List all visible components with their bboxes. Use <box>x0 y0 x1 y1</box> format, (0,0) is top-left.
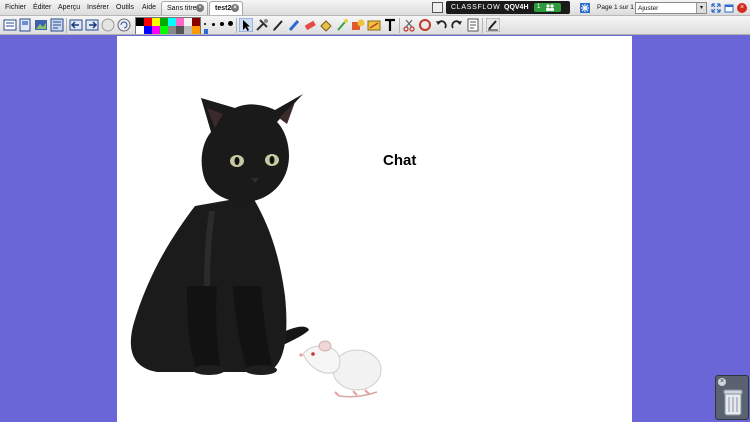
tab-test2[interactable]: test2 × <box>209 1 243 15</box>
color-swatch[interactable] <box>176 18 184 26</box>
canvas-text-label[interactable]: Chat <box>383 152 416 169</box>
forward-icon[interactable] <box>85 18 99 32</box>
page-browser-icon[interactable] <box>18 18 32 32</box>
close-icon[interactable]: × <box>196 4 204 12</box>
page-sorter-icon[interactable] <box>3 18 17 32</box>
close-window-icon[interactable]: × <box>737 3 747 13</box>
mouse-image[interactable] <box>295 336 385 401</box>
tab-sans-titre[interactable]: Sans titre × <box>161 1 208 15</box>
menu-aide[interactable]: Aide <box>142 4 156 11</box>
color-swatch[interactable] <box>160 26 168 34</box>
menu-apercu[interactable]: Aperçu <box>58 4 80 11</box>
connector-icon[interactable] <box>367 18 381 32</box>
shape-icon[interactable] <box>351 18 365 32</box>
color-swatch[interactable] <box>152 18 160 26</box>
scissors-icon[interactable] <box>402 18 416 32</box>
tab-label: test2 <box>215 5 232 12</box>
page-icon[interactable] <box>466 18 480 32</box>
network-icon[interactable] <box>580 3 590 13</box>
eraser-icon[interactable] <box>303 18 317 32</box>
color-swatch[interactable] <box>168 18 176 26</box>
reset-icon[interactable] <box>418 18 432 32</box>
chevron-down-icon[interactable]: ▾ <box>696 3 706 13</box>
trash-icon[interactable] <box>723 389 743 417</box>
resource-browser-icon[interactable] <box>34 18 48 32</box>
color-swatch[interactable] <box>144 26 152 34</box>
color-swatch[interactable] <box>152 26 160 34</box>
color-swatch[interactable] <box>144 18 152 26</box>
color-swatch[interactable] <box>192 18 200 26</box>
desktop-annotate-icon[interactable] <box>486 18 500 32</box>
color-swatch[interactable] <box>184 18 192 26</box>
color-swatch[interactable] <box>184 26 192 34</box>
color-swatch[interactable] <box>136 18 144 26</box>
pen-width-dot[interactable] <box>204 23 206 25</box>
menu-outils[interactable]: Outils <box>116 4 134 11</box>
flipchart-icon[interactable] <box>117 18 131 32</box>
undo-circle-icon[interactable] <box>101 18 115 32</box>
notes-icon[interactable] <box>50 18 64 32</box>
close-icon[interactable]: × <box>231 4 239 12</box>
pen-width-dot[interactable] <box>228 21 233 26</box>
pen-width-dot[interactable] <box>220 22 224 26</box>
tool-icon[interactable] <box>255 18 269 32</box>
toolbar-separator <box>482 18 483 33</box>
flipchart-page[interactable]: Chat <box>117 36 632 422</box>
text-icon[interactable] <box>383 18 397 32</box>
toolbar <box>0 16 750 35</box>
pen-width-dot[interactable] <box>212 23 215 26</box>
classflow-name: CLASSFLOW <box>451 4 501 11</box>
trash-panel[interactable]: × <box>715 375 749 420</box>
page-indicator: Page 1 sur 1 <box>597 4 634 11</box>
color-swatch[interactable] <box>192 26 200 34</box>
zoom-value: Ajuster <box>638 5 659 12</box>
magic-ink-icon[interactable] <box>335 18 349 32</box>
fill-icon[interactable] <box>319 18 333 32</box>
app-window: Fichier Éditer Aperçu Insérer Outils Aid… <box>0 0 750 422</box>
classflow-panel[interactable]: CLASSFLOW QQV4H 1 <box>446 1 570 14</box>
menu-inserer[interactable]: Insérer <box>87 4 109 11</box>
toolbar-separator <box>66 18 67 33</box>
color-swatch[interactable] <box>160 18 168 26</box>
current-color-icon <box>204 29 208 34</box>
participant-count: 1 <box>537 4 541 10</box>
back-icon[interactable] <box>69 18 83 32</box>
close-icon[interactable]: × <box>718 378 726 386</box>
menu-editer[interactable]: Éditer <box>33 4 51 11</box>
toolbar-separator <box>236 18 237 33</box>
color-palette <box>135 17 201 34</box>
pen-icon[interactable] <box>271 18 285 32</box>
toolbar-separator <box>399 18 400 33</box>
color-swatch[interactable] <box>176 26 184 34</box>
highlighter-icon[interactable] <box>287 18 301 32</box>
tab-label: Sans titre <box>167 5 197 12</box>
redo-icon[interactable] <box>450 18 464 32</box>
color-swatch[interactable] <box>136 26 144 34</box>
menu-bar: Fichier Éditer Aperçu Insérer Outils Aid… <box>0 0 750 16</box>
select-icon[interactable] <box>239 18 253 32</box>
undo-icon[interactable] <box>434 18 448 32</box>
participants-badge: 1 <box>534 3 561 12</box>
classflow-code: QQV4H <box>504 4 529 11</box>
color-swatch[interactable] <box>168 26 176 34</box>
fullscreen-icon[interactable] <box>711 3 721 13</box>
page-view-icon[interactable] <box>432 2 443 13</box>
zoom-select[interactable]: Ajuster ▾ <box>635 2 707 14</box>
users-icon <box>546 4 554 11</box>
restore-icon[interactable] <box>724 3 734 13</box>
menu-fichier[interactable]: Fichier <box>5 4 26 11</box>
